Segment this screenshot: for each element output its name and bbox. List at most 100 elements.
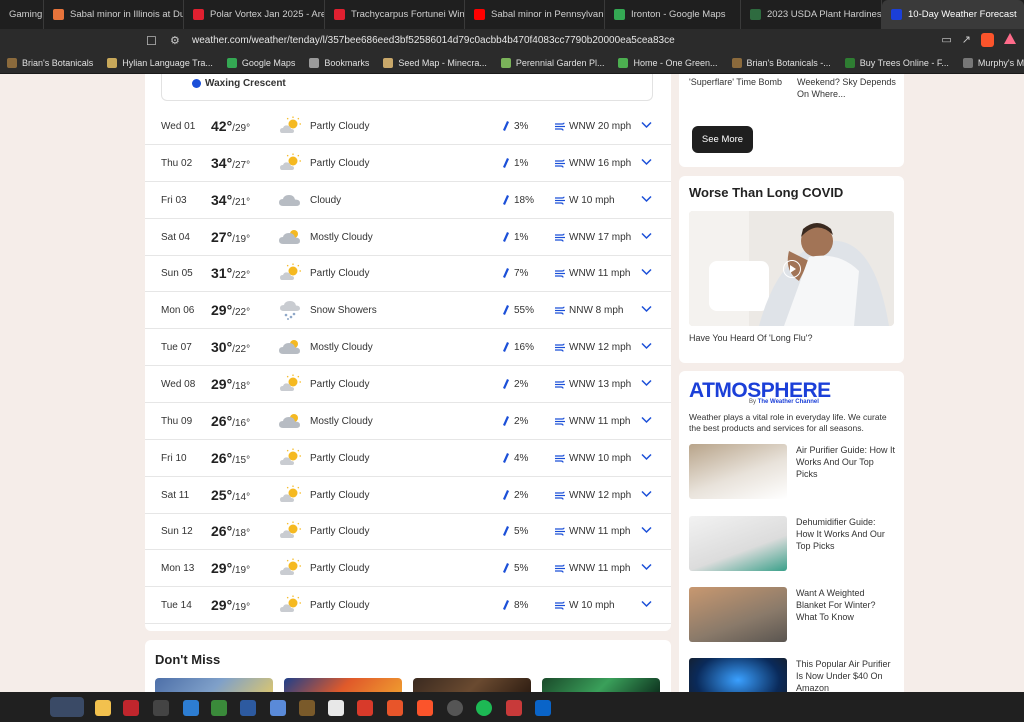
trending-link[interactable]: Weekend? Sky Depends On Where... <box>797 76 897 100</box>
browser-tab[interactable]: 10-Day Weather Forecast✕ <box>882 0 1024 29</box>
chevron-down-icon[interactable] <box>641 268 652 276</box>
trending-link[interactable]: 'Superflare' Time Bomb <box>689 76 789 88</box>
bookmark-item[interactable]: Murphy's Magic Su... <box>956 57 1024 68</box>
chevron-down-icon[interactable] <box>641 490 652 498</box>
precip-chance: 3% <box>514 121 529 132</box>
app-red-icon[interactable] <box>357 700 373 716</box>
app-h-icon[interactable] <box>240 700 256 716</box>
chevron-down-icon[interactable] <box>641 379 652 387</box>
see-more-button[interactable]: See More <box>692 126 753 153</box>
minecraft-block-icon[interactable] <box>299 700 315 716</box>
dont-miss-thumbnail[interactable] <box>413 678 531 692</box>
file-explorer-icon[interactable] <box>95 700 111 716</box>
chromium-icon[interactable] <box>447 700 463 716</box>
moon-phase-icon <box>192 79 201 88</box>
url-field[interactable]: weather.com/weather/tenday/l/357bee686ee… <box>192 35 675 46</box>
address-bar-actions: ▭ ↗ <box>941 33 1016 47</box>
forecast-row[interactable]: Mon 06 29°/22° Snow Showers 55% NNW 8 mph <box>145 292 671 330</box>
forecast-row[interactable]: Fri 03 34°/21° Cloudy 18% W 10 mph <box>145 182 671 219</box>
chevron-down-icon[interactable] <box>641 563 652 571</box>
bookmark-item[interactable]: Bookmarks <box>302 57 376 68</box>
brave-browser-icon[interactable] <box>417 700 433 716</box>
chevron-down-icon[interactable] <box>641 195 652 203</box>
forecast-row[interactable]: Sun 12 26°/18° Partly Cloudy 5% WNW 11 mph <box>145 513 671 551</box>
browser-tab[interactable]: Ironton - Google Maps <box>605 0 741 29</box>
brave-shields-icon[interactable] <box>981 33 994 47</box>
weather-widget-icon[interactable] <box>50 697 84 717</box>
bookmark-icon[interactable]: ☐ <box>146 34 162 48</box>
play-icon[interactable] <box>783 260 801 278</box>
chevron-down-icon[interactable] <box>641 453 652 461</box>
chevron-down-icon[interactable] <box>641 121 652 129</box>
bookmark-item[interactable]: Google Maps <box>220 57 303 68</box>
flutter-icon[interactable] <box>183 700 199 716</box>
wind-speed: WNW 11 mph <box>569 415 631 427</box>
app-icon[interactable] <box>153 700 169 716</box>
forecast-row[interactable]: Sun 05 31°/22° Partly Cloudy 7% WNW 11 mph <box>145 255 671 293</box>
spotify-icon[interactable] <box>476 700 492 716</box>
article-link[interactable]: This Popular Air Purifier Is Now Under $… <box>796 658 896 692</box>
cast-icon[interactable]: ▭ <box>941 33 951 47</box>
dont-miss-thumbnail[interactable] <box>284 678 402 692</box>
bookmark-item[interactable]: Seed Map - Minecra... <box>376 57 494 68</box>
partly-cloudy-icon <box>279 558 301 578</box>
wind-speed: WNW 12 mph <box>569 342 632 354</box>
wind-icon <box>555 306 565 315</box>
article-thumbnail[interactable] <box>689 658 787 692</box>
article-link[interactable]: Want A Weighted Blanket For Winter? What… <box>796 587 896 623</box>
store-icon[interactable] <box>328 700 344 716</box>
article-link[interactable]: Air Purifier Guide: How It Works And Our… <box>796 444 896 480</box>
share-icon[interactable]: ↗ <box>962 33 971 47</box>
forecast-row[interactable]: Mon 13 29°/19° Partly Cloudy 5% WNW 11 mph <box>145 550 671 588</box>
video-card-title[interactable]: Worse Than Long COVID <box>689 185 843 200</box>
browser-tab[interactable]: 2023 USDA Plant Hardiness Zo <box>741 0 882 29</box>
bookmark-item[interactable]: Hylian Language Tra... <box>100 57 220 68</box>
dont-miss-thumbnail[interactable] <box>155 678 273 692</box>
browser-tab[interactable]: Sabal minor in Illinois at Duck <box>44 0 184 29</box>
article-thumbnail[interactable] <box>689 516 787 571</box>
bookmark-item[interactable]: Perennial Garden Pl... <box>494 57 612 68</box>
notepad-icon[interactable] <box>270 700 286 716</box>
forecast-row[interactable]: Thu 09 26°/16° Mostly Cloudy 2% WNW 11 mph <box>145 403 671 440</box>
chevron-down-icon[interactable] <box>641 526 652 534</box>
forecast-row[interactable]: Wed 01 42°/29° Partly Cloudy 3% WNW 20 mph <box>145 108 671 145</box>
wind-speed: WNW 12 mph <box>569 489 632 501</box>
forecast-row[interactable]: Tue 14 29°/19° Partly Cloudy 8% W 10 mph <box>145 587 671 625</box>
forecast-row[interactable]: Tue 07 30°/22° Mostly Cloudy 16% WNW 12 mph <box>145 329 671 367</box>
article-thumbnail[interactable] <box>689 444 787 499</box>
chevron-down-icon[interactable] <box>641 158 652 166</box>
chevron-down-icon[interactable] <box>641 232 652 240</box>
bookmark-item[interactable]: Brian's Botanicals -... <box>725 57 838 68</box>
precip-chance: 2% <box>514 378 529 390</box>
dont-miss-thumbnail[interactable] <box>542 678 660 692</box>
video-caption[interactable]: Have You Heard Of 'Long Flu'? <box>689 333 813 343</box>
minecraft-icon[interactable] <box>211 700 227 716</box>
partly-cloudy-icon <box>279 448 301 468</box>
bookmark-item[interactable]: Brian's Botanicals <box>0 57 100 68</box>
browser-tab[interactable]: Gaming <box>0 0 44 29</box>
forecast-row[interactable]: Sat 04 27°/19° Mostly Cloudy 1% WNW 17 mph <box>145 219 671 256</box>
forecast-row[interactable]: Fri 10 26°/15° Partly Cloudy 4% WNW 10 mph <box>145 440 671 477</box>
bookmark-item[interactable]: Buy Trees Online - F... <box>838 57 956 68</box>
browser-tab[interactable]: Sabal minor in Pennsylvania - <box>465 0 605 29</box>
brave-rewards-icon[interactable] <box>1004 33 1016 44</box>
article-thumbnail[interactable] <box>689 587 787 642</box>
chevron-down-icon[interactable] <box>641 416 652 424</box>
chevron-down-icon[interactable] <box>641 600 652 608</box>
cloudy-icon <box>279 190 301 210</box>
forecast-row[interactable]: Thu 02 34°/27° Partly Cloudy 1% WNW 16 mph <box>145 145 671 182</box>
app-icon[interactable] <box>506 700 522 716</box>
bookmark-item[interactable]: Home - One Green... <box>611 57 724 68</box>
app-f-icon[interactable] <box>123 700 139 716</box>
chevron-down-icon[interactable] <box>641 342 652 350</box>
video-thumbnail[interactable] <box>689 211 894 326</box>
browser-tab[interactable]: Trachycarpus Fortunei Winsan <box>325 0 465 29</box>
site-settings-icon[interactable]: ⚙ <box>170 34 186 47</box>
forecast-row[interactable]: Sat 11 25°/14° Partly Cloudy 2% WNW 12 mph <box>145 477 671 514</box>
forecast-row[interactable]: Wed 08 29°/18° Partly Cloudy 2% WNW 13 mph <box>145 366 671 403</box>
chevron-down-icon[interactable] <box>641 305 652 313</box>
app-orange-icon[interactable] <box>387 700 403 716</box>
outlook-icon[interactable] <box>535 700 551 716</box>
article-link[interactable]: Dehumidifier Guide: How It Works And Our… <box>796 516 896 552</box>
browser-tab[interactable]: Polar Vortex Jan 2025 - Are yo <box>184 0 325 29</box>
